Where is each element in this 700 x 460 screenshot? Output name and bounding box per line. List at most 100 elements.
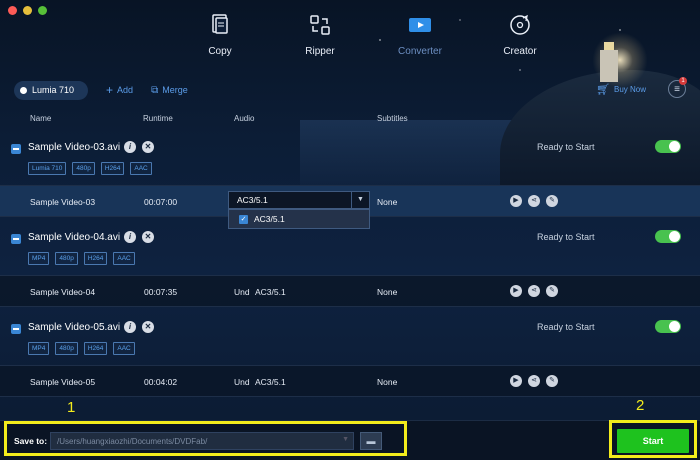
nav-ripper[interactable]: Ripper [270, 14, 370, 57]
resolution-tag[interactable]: 480p [72, 162, 95, 175]
info-icon[interactable]: i [124, 141, 136, 153]
play-icon[interactable]: ▶ [510, 375, 522, 387]
info-icon[interactable]: i [124, 321, 136, 333]
row-runtime: 00:04:02 [144, 377, 178, 387]
title-checkbox[interactable] [11, 234, 21, 244]
table-row[interactable]: Sample Video-04 00:07:35 Und AC3/5.1 Non… [0, 275, 700, 307]
enable-toggle[interactable] [655, 320, 681, 333]
converter-icon [409, 18, 431, 32]
save-to-label: Save to: [14, 436, 48, 446]
save-path-field[interactable]: /Users/huangxiaozhi/Documents/DVDFab/ ▼ [50, 432, 354, 450]
title-checkbox[interactable] [11, 144, 21, 154]
title-checkbox[interactable] [11, 324, 21, 334]
audio-codec-tag[interactable]: AAC [130, 162, 152, 175]
row-subtitles[interactable]: None [377, 197, 397, 207]
play-icon[interactable]: ▶ [510, 195, 522, 207]
nav-ripper-label: Ripper [305, 46, 335, 57]
nav-converter-label: Converter [398, 46, 442, 57]
column-runtime: Runtime [143, 114, 173, 123]
nav-creator-label: Creator [503, 46, 537, 57]
save-path-value: /Users/huangxiaozhi/Documents/DVDFab/ [57, 437, 208, 446]
zoom-window-button[interactable] [38, 6, 47, 15]
title-group: Sample Video-05.avi i ✕ MP4 480p H264 AA… [0, 314, 700, 370]
play-icon[interactable]: ▶ [510, 285, 522, 297]
merge-button[interactable]: ⧉ Merge [151, 85, 188, 96]
title-filename: Sample Video-03.avi [28, 142, 121, 153]
audio-select-value: AC3/5.1 [237, 195, 268, 205]
menu-icon: ≡ [674, 83, 680, 95]
row-subtitles[interactable]: None [377, 287, 397, 297]
edit-icon[interactable]: ✎ [546, 375, 558, 387]
enable-toggle[interactable] [655, 140, 681, 153]
toolbar: Lumia 710 + Add ⧉ Merge 🛒︎ Buy Now ≡ 1 [14, 77, 687, 100]
enable-toggle[interactable] [655, 230, 681, 243]
status-text: Ready to Start [537, 142, 595, 152]
video-codec-tag[interactable]: H264 [83, 252, 108, 265]
row-audio[interactable]: AC3/5.1 [255, 377, 286, 387]
row-name: Sample Video-05 [30, 377, 96, 387]
cart-icon: 🛒︎ [596, 84, 610, 96]
folder-icon: ▬ [366, 436, 376, 446]
buy-now-button[interactable]: 🛒︎ Buy Now [596, 83, 646, 96]
status-text: Ready to Start [537, 322, 595, 332]
creator-icon [510, 14, 530, 35]
start-button[interactable]: Start [617, 429, 689, 453]
add-label: Add [117, 85, 134, 95]
row-audio-lang: Und [234, 377, 250, 387]
module-nav: Copy Ripper Converter Creator [170, 14, 570, 57]
audio-option-label: AC3/5.1 [254, 214, 285, 224]
nav-copy-label: Copy [208, 46, 232, 57]
merge-label: Merge [162, 85, 188, 95]
share-icon[interactable]: ⋖ [528, 195, 540, 207]
remove-icon[interactable]: ✕ [142, 321, 154, 333]
device-dot-icon [20, 86, 27, 94]
callout-number: 2 [636, 397, 645, 414]
audio-codec-tag[interactable]: AAC [113, 252, 135, 265]
app-window: Copy Ripper Converter Creator Lumia 710 … [0, 0, 700, 460]
add-button[interactable]: + Add [106, 83, 133, 97]
format-tag[interactable]: Lumia 710 [28, 162, 67, 175]
nav-converter[interactable]: Converter [370, 14, 470, 57]
audio-select[interactable]: AC3/5.1 ▼ [228, 191, 370, 209]
column-headers: Name Runtime Audio Subtitles [0, 110, 700, 126]
title-group: Sample Video-04.avi i ✕ MP4 480p H264 AA… [0, 224, 700, 280]
row-audio-lang: Und [234, 287, 250, 297]
table-row[interactable]: Sample Video-05 00:04:02 Und AC3/5.1 Non… [0, 365, 700, 397]
video-codec-tag[interactable]: H264 [83, 342, 108, 355]
row-subtitles[interactable]: None [377, 377, 397, 387]
checkbox-checked-icon[interactable]: ✓ [239, 214, 248, 224]
remove-icon[interactable]: ✕ [142, 231, 154, 243]
title-group: Sample Video-03.avi i ✕ Lumia 710 480p H… [0, 134, 700, 190]
audio-codec-tag[interactable]: AAC [113, 342, 135, 355]
share-icon[interactable]: ⋖ [528, 285, 540, 297]
edit-icon[interactable]: ✎ [546, 195, 558, 207]
nav-creator[interactable]: Creator [470, 14, 570, 57]
video-codec-tag[interactable]: H264 [100, 162, 125, 175]
row-audio[interactable]: AC3/5.1 [255, 287, 286, 297]
device-profile-button[interactable]: Lumia 710 [14, 80, 89, 100]
status-text: Ready to Start [537, 232, 595, 242]
share-icon[interactable]: ⋖ [528, 375, 540, 387]
row-name: Sample Video-03 [30, 197, 96, 207]
resolution-tag[interactable]: 480p [55, 252, 78, 265]
row-runtime: 00:07:00 [144, 197, 178, 207]
profile-tags: MP4 480p H264 AAC [28, 342, 135, 355]
nav-copy[interactable]: Copy [170, 14, 270, 57]
minimize-window-button[interactable] [23, 6, 32, 15]
row-runtime: 00:07:35 [144, 287, 178, 297]
plus-icon: + [106, 83, 114, 97]
callout-number: 1 [67, 399, 76, 416]
info-icon[interactable]: i [124, 231, 136, 243]
format-tag[interactable]: MP4 [28, 342, 50, 355]
edit-icon[interactable]: ✎ [546, 285, 558, 297]
chevron-down-icon[interactable]: ▼ [342, 436, 349, 443]
close-window-button[interactable] [8, 6, 17, 15]
browse-folder-button[interactable]: ▬ [360, 432, 382, 450]
remove-icon[interactable]: ✕ [142, 141, 154, 153]
title-filename: Sample Video-04.avi [28, 232, 121, 243]
chevron-down-icon[interactable]: ▼ [351, 192, 369, 208]
resolution-tag[interactable]: 480p [55, 342, 78, 355]
menu-button[interactable]: ≡ 1 [668, 77, 687, 98]
merge-icon: ⧉ [151, 84, 159, 96]
format-tag[interactable]: MP4 [28, 252, 50, 265]
